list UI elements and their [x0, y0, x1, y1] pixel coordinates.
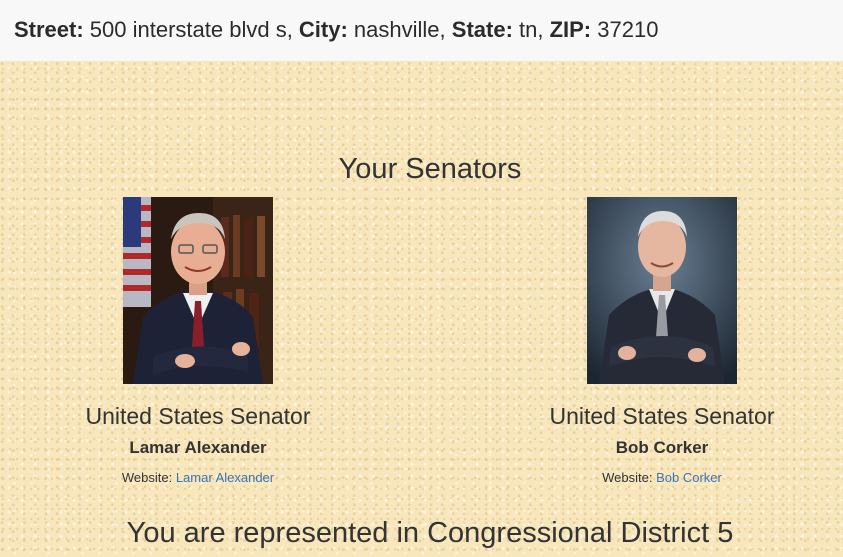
- website-label: Website:: [602, 470, 657, 485]
- senator-website-link[interactable]: Lamar Alexander: [176, 470, 274, 485]
- senator-name: Lamar Alexander: [129, 438, 267, 457]
- senator-name: Bob Corker: [615, 438, 709, 457]
- street-label: Street:: [14, 17, 84, 42]
- senator-role: United States Senator: [549, 403, 775, 429]
- zip-label: ZIP:: [549, 17, 592, 42]
- senator-card: United States Senator Lamar Alexander We…: [48, 197, 348, 485]
- state-label: State:: [451, 17, 513, 42]
- city-value: nashville,: [347, 17, 452, 42]
- senator-card: United States Senator Bob Corker Website…: [512, 197, 812, 485]
- city-label: City:: [298, 17, 348, 42]
- senators-heading: Your Senators: [338, 153, 522, 185]
- senator-portrait-image: [587, 197, 737, 384]
- senator-website-link[interactable]: Bob Corker: [656, 470, 722, 485]
- senator-website: Website: Lamar Alexander: [48, 470, 348, 485]
- senator-role: United States Senator: [85, 403, 311, 429]
- address-bar: Street: 500 interstate blvd s, City: nas…: [0, 0, 843, 61]
- street-value: 500 interstate blvd s,: [83, 17, 299, 42]
- content-area: Your Senators United States Senator Lama…: [0, 61, 843, 557]
- congressional-district-heading: You are represented in Congressional Dis…: [126, 517, 734, 549]
- zip-value: 37210: [591, 17, 659, 42]
- senator-portrait-image: [123, 197, 273, 384]
- website-label: Website:: [121, 470, 176, 485]
- state-value: tn,: [512, 17, 550, 42]
- senator-website: Website: Bob Corker: [512, 470, 812, 485]
- senator-photo: [587, 197, 737, 384]
- senator-photo: [123, 197, 273, 384]
